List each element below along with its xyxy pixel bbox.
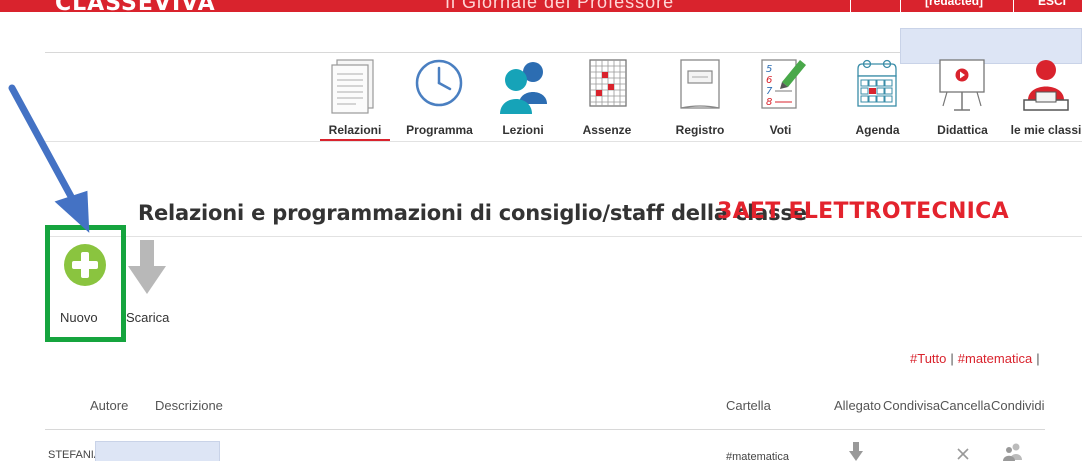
nav-item-voti[interactable]: 5 6 7 8 Voti — [748, 52, 813, 142]
people-icon — [500, 62, 547, 114]
column-header-condivisa: Condivisa — [883, 398, 941, 413]
header-divider — [1013, 0, 1014, 12]
nav-item-agenda[interactable]: Agenda — [840, 52, 915, 142]
column-header-cancella: Cancella — [940, 398, 991, 413]
user-name[interactable]: [redacted] — [925, 0, 983, 8]
svg-text:8: 8 — [766, 97, 772, 108]
divider — [45, 429, 1045, 430]
column-header-cartella[interactable]: Cartella — [726, 398, 771, 413]
delete-icon[interactable] — [956, 447, 970, 461]
filter-separator: | — [950, 351, 954, 366]
cell-autore: STEFANIA — [48, 449, 102, 461]
nav-label: Assenze — [582, 123, 632, 137]
tag-filters: #Tutto | #matematica | — [910, 351, 1044, 366]
page-title: Relazioni e programmazioni di consiglio/… — [138, 201, 807, 225]
nav-label: Lezioni — [502, 123, 544, 137]
top-header: CLASSEVIVA Il Giornale del Professore [r… — [0, 0, 1082, 16]
redacted-description-cell — [95, 441, 220, 461]
calendar-grid-icon — [589, 59, 627, 107]
nav-item-registro[interactable]: Registro — [665, 52, 735, 142]
svg-text:7: 7 — [766, 86, 773, 97]
nuovo-label: Nuovo — [60, 310, 98, 325]
brand-logo[interactable]: CLASSEVIVA — [55, 0, 216, 16]
column-header-condividi: Condividi — [991, 398, 1045, 413]
share-users-icon[interactable] — [1002, 442, 1024, 461]
nav-label: Registro — [675, 123, 725, 137]
cell-cartella: #matematica — [726, 451, 789, 461]
plus-icon — [64, 244, 106, 286]
nav-label: Voti — [769, 123, 792, 137]
nav-item-didattica[interactable]: Didattica — [925, 52, 1000, 142]
nav-item-le-mie-classi[interactable]: le mie classi — [1010, 52, 1082, 142]
download-arrow-icon — [128, 240, 166, 294]
teacher-icon — [1023, 60, 1069, 111]
svg-text:5: 5 — [766, 64, 772, 75]
register-book-icon — [680, 59, 720, 109]
agenda-calendar-icon — [857, 59, 897, 107]
nav-label: Agenda — [855, 123, 900, 137]
header-divider — [850, 0, 851, 12]
filter-tutto[interactable]: #Tutto — [910, 351, 946, 366]
nav-item-relazioni[interactable]: Relazioni — [320, 52, 390, 142]
nav-label: Programma — [406, 123, 473, 137]
annotation-arrow-icon — [8, 84, 90, 233]
filter-separator: | — [1036, 351, 1040, 366]
svg-text:6: 6 — [766, 75, 772, 86]
nav-label: Relazioni — [328, 123, 382, 137]
filter-matematica[interactable]: #matematica — [958, 351, 1032, 366]
column-header-descrizione[interactable]: Descrizione — [155, 398, 223, 413]
nav-item-assenze[interactable]: Assenze — [572, 52, 642, 142]
clock-icon — [415, 59, 463, 107]
document-list-icon — [331, 59, 374, 114]
nav-item-programma[interactable]: Programma — [402, 52, 477, 142]
class-name: 3AET ELETTROTECNICA — [717, 199, 1009, 224]
app-title: Il Giornale del Professore — [445, 0, 675, 12]
divider — [45, 236, 1082, 237]
exit-button[interactable]: ESCI — [1038, 0, 1066, 8]
column-header-autore[interactable]: Autore — [90, 398, 128, 413]
nav-label: le mie classi — [1010, 123, 1082, 137]
nav-label: Didattica — [937, 123, 988, 137]
grades-pen-icon: 5 6 7 8 — [761, 59, 806, 109]
main-nav: Relazioni Programma Lezioni Assenze Regi… — [320, 52, 1082, 142]
header-divider — [900, 0, 901, 12]
scarica-button[interactable]: Scarica — [126, 240, 176, 330]
scarica-label: Scarica — [126, 310, 170, 325]
divider — [45, 141, 1082, 142]
column-header-allegato: Allegato — [834, 398, 881, 413]
presentation-board-icon — [939, 59, 985, 111]
download-attachment-icon[interactable] — [849, 442, 863, 461]
nav-item-lezioni[interactable]: Lezioni — [488, 52, 558, 142]
